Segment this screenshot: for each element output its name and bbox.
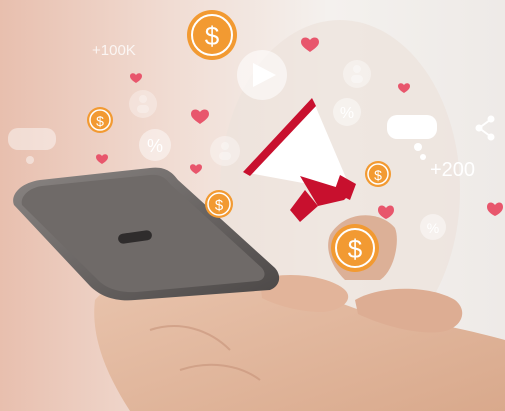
percent-icon: % xyxy=(333,98,361,126)
percent-icon: % xyxy=(420,214,446,240)
count-label-small: +100K xyxy=(92,42,136,59)
share-icon xyxy=(475,115,495,141)
dollar-coin-icon: $ xyxy=(205,190,233,218)
user-icon xyxy=(129,90,157,118)
svg-text:%: % xyxy=(147,136,163,156)
heart-icon xyxy=(487,202,503,216)
heart-icon xyxy=(191,109,209,124)
heart-icon xyxy=(130,73,142,83)
dollar-coin-icon: $ xyxy=(187,10,237,60)
dollar-coin-icon: $ xyxy=(365,161,391,187)
user-icon xyxy=(210,136,240,166)
svg-text:$: $ xyxy=(205,21,220,51)
percent-icon: % xyxy=(139,129,171,161)
count-label-large: +200 xyxy=(430,159,476,181)
svg-text:$: $ xyxy=(374,167,382,183)
svg-text:$: $ xyxy=(215,197,224,214)
svg-text:$: $ xyxy=(96,113,104,129)
chat-bubble-icon xyxy=(8,128,56,164)
svg-text:%: % xyxy=(340,105,354,122)
scene-graphic: % % % $ $ $ $ $ xyxy=(8,10,505,411)
marketing-scene: % % % $ $ $ $ $ +100K +200 xyxy=(0,0,505,411)
heart-icon xyxy=(190,164,202,174)
user-icon xyxy=(343,60,371,88)
heart-icon xyxy=(96,154,108,164)
play-icon xyxy=(237,50,287,100)
dollar-coin-icon: $ xyxy=(87,107,113,133)
svg-text:%: % xyxy=(427,220,439,236)
dollar-coin-icon: $ xyxy=(331,224,379,272)
svg-text:$: $ xyxy=(348,234,363,264)
